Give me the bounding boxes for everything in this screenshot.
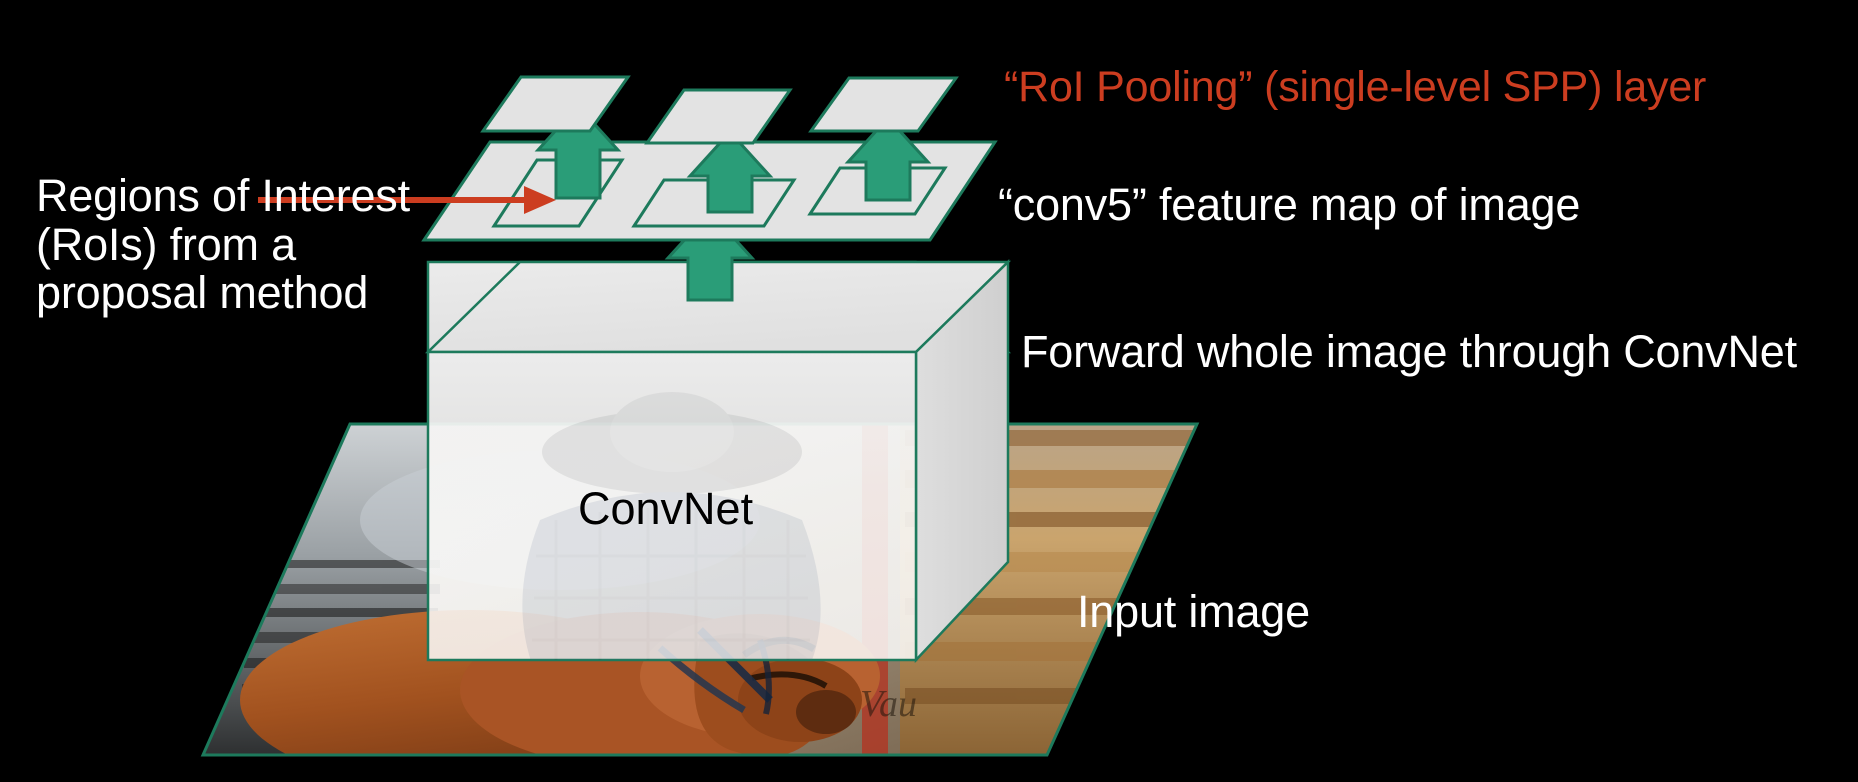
forward-whole-image-label: Forward whole image through ConvNet — [1021, 326, 1797, 377]
pooled-tile-3 — [808, 76, 959, 133]
conv5-feature-map-label: “conv5” feature map of image — [998, 179, 1581, 230]
input-image-label: Input image — [1077, 586, 1310, 637]
convnet-box — [424, 259, 1012, 664]
slide-canvas: Vau Regions of Interest (RoIs) from a pr… — [0, 0, 1858, 782]
roi-pooling-label: “RoI Pooling” (single-level SPP) layer — [1004, 63, 1707, 111]
pooled-tile-1 — [480, 75, 631, 133]
svg-text:Vau: Vau — [860, 683, 917, 725]
convnet-label: ConvNet — [578, 483, 754, 534]
architecture-diagram: Vau — [200, 75, 1200, 757]
pooled-tile-2 — [644, 88, 793, 145]
regions-of-interest-label: Regions of Interest (RoIs) from a propos… — [36, 170, 410, 319]
